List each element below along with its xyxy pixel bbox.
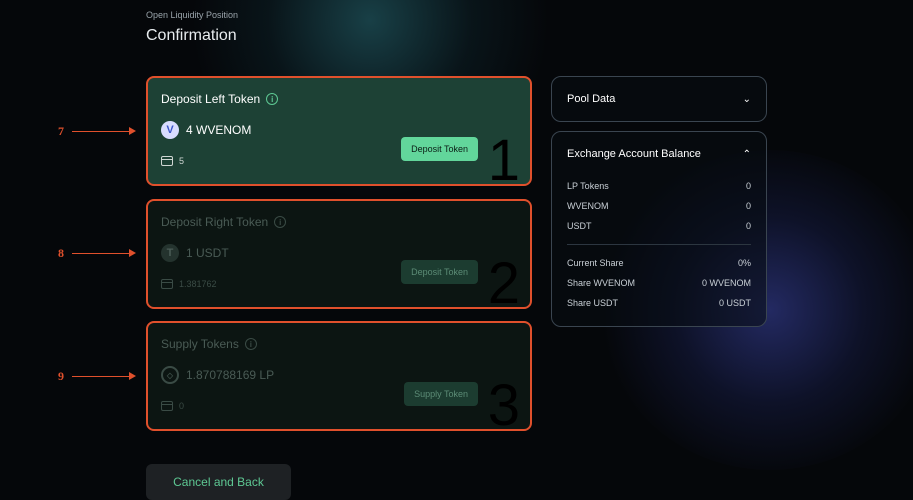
deposit-right-token-button[interactable]: Deposit Token <box>401 260 478 284</box>
card-title-row: Supply Tokens i <box>161 337 257 351</box>
annotation-8: 8 <box>58 246 136 261</box>
wallet-balance: 5 <box>179 156 185 166</box>
page-subtitle: Open Liquidity Position <box>146 10 239 20</box>
usdt-token-icon: T <box>161 244 179 262</box>
exchange-balance-header[interactable]: Exchange Account Balance ⌃ <box>552 132 766 176</box>
token-amount: 4 WVENOM <box>186 123 252 137</box>
balance-row: WVENOM 0 <box>552 196 766 216</box>
chevron-up-icon[interactable]: ⌃ <box>743 149 751 160</box>
wallet-icon <box>161 156 173 166</box>
annotation-9: 9 <box>58 369 136 384</box>
arrow-right-icon <box>72 249 136 256</box>
cancel-and-back-button[interactable]: Cancel and Back <box>146 464 291 500</box>
balance-label: LP Tokens <box>567 181 609 191</box>
supply-tokens-card: Supply Tokens i ◇ 1.870788169 LP 0 Suppl… <box>146 321 532 435</box>
chevron-down-icon[interactable]: ⌄ <box>743 94 751 105</box>
arrow-right-icon <box>72 372 136 379</box>
share-row: Share USDT 0 USDT <box>552 293 766 313</box>
venom-token-icon: V <box>161 121 179 139</box>
deposit-left-token-button[interactable]: Deposit Token <box>401 137 478 161</box>
pool-data-title: Pool Data <box>567 93 616 105</box>
balance-value: 0 <box>745 221 751 231</box>
wallet-icon <box>161 401 173 411</box>
step-number: 2 <box>487 251 520 316</box>
token-amount-row: ◇ 1.870788169 LP <box>161 366 274 384</box>
exchange-balance-title: Exchange Account Balance <box>567 148 701 160</box>
annotation-7: 7 <box>58 124 136 139</box>
info-icon[interactable]: i <box>266 93 279 105</box>
page-title: Confirmation <box>146 27 237 44</box>
card-title: Deposit Left Token <box>161 92 261 106</box>
wallet-icon <box>161 279 173 289</box>
balance-row: USDT 0 <box>552 216 766 236</box>
share-value: 0 USDT <box>718 298 751 308</box>
token-amount: 1.870788169 LP <box>186 368 275 382</box>
wallet-balance: 1.381762 <box>179 279 217 289</box>
balance-row: LP Tokens 0 <box>552 176 766 196</box>
balance-value: 0 <box>745 201 751 211</box>
deposit-right-token-card: Deposit Right Token i T 1 USDT 1.381762 … <box>146 199 532 313</box>
token-amount-row: T 1 USDT <box>161 244 229 262</box>
annotation-label: 8 <box>58 246 64 260</box>
share-label: Share WVENOM <box>567 278 636 288</box>
exchange-balance-panel: Exchange Account Balance ⌃ LP Tokens 0 W… <box>551 131 767 327</box>
card-title: Deposit Right Token <box>161 215 269 229</box>
pool-data-header[interactable]: Pool Data ⌄ <box>552 77 766 121</box>
pool-data-panel[interactable]: Pool Data ⌄ <box>551 76 767 122</box>
divider <box>567 244 751 245</box>
arrow-right-icon <box>72 127 136 134</box>
share-label: Share USDT <box>567 298 619 308</box>
card-title-row: Deposit Right Token i <box>161 215 287 229</box>
balance-value: 0 <box>745 181 751 191</box>
share-row: Current Share 0% <box>552 253 766 273</box>
wallet-balance-row: 1.381762 <box>161 279 217 289</box>
share-value: 0 WVENOM <box>701 278 751 288</box>
share-value: 0% <box>737 258 751 268</box>
share-label: Current Share <box>567 258 624 268</box>
annotation-label: 7 <box>58 124 64 138</box>
balance-label: USDT <box>567 221 592 231</box>
balance-label: WVENOM <box>567 201 609 211</box>
supply-token-button[interactable]: Supply Token <box>404 382 478 406</box>
step-number: 1 <box>487 128 520 193</box>
wallet-balance-row: 5 <box>161 156 184 166</box>
info-icon[interactable]: i <box>274 216 287 228</box>
deposit-left-token-card: Deposit Left Token i V 4 WVENOM 5 Deposi… <box>146 76 532 190</box>
token-amount-row: V 4 WVENOM <box>161 121 251 139</box>
token-amount: 1 USDT <box>186 246 229 260</box>
lp-token-icon: ◇ <box>161 366 179 384</box>
wallet-balance: 0 <box>179 401 185 411</box>
card-title-row: Deposit Left Token i <box>161 92 279 106</box>
card-title: Supply Tokens <box>161 337 239 351</box>
step-number: 3 <box>487 373 520 438</box>
share-row: Share WVENOM 0 WVENOM <box>552 273 766 293</box>
annotation-label: 9 <box>58 369 64 383</box>
wallet-balance-row: 0 <box>161 401 184 411</box>
info-icon[interactable]: i <box>244 338 257 350</box>
